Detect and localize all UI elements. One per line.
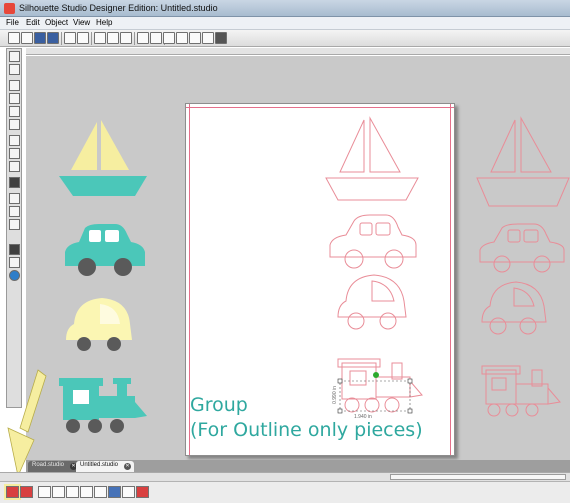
copy-icon[interactable]	[94, 32, 106, 44]
tab-label: Road.studio	[32, 462, 65, 468]
car-outline-offpage[interactable]	[476, 222, 570, 274]
title-bar: Silhouette Studio Designer Edition: Unti…	[0, 0, 570, 17]
beetle-car-outline-offpage[interactable]	[478, 280, 553, 342]
ungroup-icon[interactable]	[20, 486, 33, 498]
text-icon[interactable]	[9, 177, 20, 188]
group-annotation: Group (For Outline only pieces)	[190, 393, 480, 443]
zoom-area-icon[interactable]	[189, 32, 201, 44]
new-icon[interactable]	[8, 32, 20, 44]
document-tab-bar: Road.studio ✕ Untitled.studio ✕	[26, 460, 570, 472]
rectangle-icon[interactable]	[9, 106, 20, 117]
ellipse-icon[interactable]	[9, 119, 20, 130]
send-to-cutter-icon[interactable]	[77, 32, 89, 44]
tab-untitled-studio[interactable]: Untitled.studio ✕	[76, 461, 135, 472]
page-margin-line	[186, 107, 454, 108]
freehand-icon[interactable]	[9, 135, 20, 146]
fill-icon[interactable]	[9, 219, 20, 230]
car-outline-shape[interactable]	[326, 213, 421, 271]
save-as-icon[interactable]	[47, 32, 59, 44]
toolbar-divider	[91, 32, 92, 45]
library-icon[interactable]	[9, 257, 20, 268]
toolbar-divider	[61, 32, 62, 45]
tab-label: Untitled.studio	[80, 462, 119, 468]
online-store-icon[interactable]	[9, 270, 20, 281]
train-shape-filled[interactable]	[55, 372, 150, 437]
deselect-icon[interactable]	[52, 486, 65, 498]
window-title: Silhouette Studio Designer Edition: Unti…	[19, 3, 218, 13]
eraser-icon[interactable]	[9, 193, 20, 204]
left-toolbar	[6, 48, 22, 408]
top-ruler	[26, 48, 570, 55]
polygon-icon[interactable]	[9, 93, 20, 104]
undo-icon[interactable]	[137, 32, 149, 44]
cut-settings-icon[interactable]	[9, 244, 20, 255]
bottom-toolbar	[0, 481, 570, 503]
select-icon[interactable]	[9, 51, 20, 62]
silhouette-app-icon	[4, 3, 15, 14]
cut-icon[interactable]	[120, 32, 132, 44]
tab-road-studio[interactable]: Road.studio ✕	[28, 461, 81, 472]
horizontal-scrollbar[interactable]	[0, 472, 570, 481]
save-icon[interactable]	[34, 32, 46, 44]
select-all-icon[interactable]	[38, 486, 51, 498]
pan-icon[interactable]	[202, 32, 214, 44]
zoom-in-icon[interactable]	[163, 32, 175, 44]
smooth-icon[interactable]	[9, 148, 20, 159]
weld-icon[interactable]	[122, 486, 135, 498]
menu-edit[interactable]: Edit	[26, 18, 40, 27]
boat-outline-shape[interactable]	[322, 116, 422, 202]
menu-object[interactable]: Object	[45, 18, 68, 27]
pencil-icon[interactable]	[9, 161, 20, 172]
offset-icon[interactable]	[136, 486, 149, 498]
print-icon[interactable]	[64, 32, 76, 44]
menu-file[interactable]: File	[6, 18, 19, 27]
duplicate-icon[interactable]	[66, 486, 79, 498]
train-outline-offpage[interactable]	[480, 362, 565, 422]
boat-outline-offpage[interactable]	[475, 116, 570, 210]
zoom-out-icon[interactable]	[176, 32, 188, 44]
annotation-title: Group	[190, 394, 248, 416]
open-icon[interactable]	[21, 32, 33, 44]
boat-shape-filled[interactable]	[55, 118, 150, 198]
scrollbar-thumb[interactable]	[390, 474, 566, 480]
edit-points-icon[interactable]	[9, 64, 20, 75]
delete-icon[interactable]	[80, 486, 93, 498]
close-icon[interactable]: ✕	[124, 463, 132, 470]
menu-help[interactable]: Help	[96, 18, 112, 27]
send-backward-icon[interactable]	[108, 486, 121, 498]
fit-to-page-icon[interactable]	[215, 32, 227, 44]
menu-view[interactable]: View	[73, 18, 90, 27]
bring-forward-icon[interactable]	[94, 486, 107, 498]
line-icon[interactable]	[9, 80, 20, 91]
toolbar-divider	[134, 32, 135, 45]
group-icon[interactable]	[4, 484, 21, 500]
paste-icon[interactable]	[107, 32, 119, 44]
annotation-subtitle: (For Outline only pieces)	[190, 419, 423, 441]
menu-bar: File Edit Object View Help	[0, 17, 570, 30]
redo-icon[interactable]	[150, 32, 162, 44]
beetle-car-outline-shape[interactable]	[334, 273, 414, 337]
knife-icon[interactable]	[9, 206, 20, 217]
main-toolbar	[0, 30, 570, 47]
car-shape-filled[interactable]	[55, 222, 150, 277]
beetle-car-shape-filled[interactable]	[62, 296, 137, 358]
